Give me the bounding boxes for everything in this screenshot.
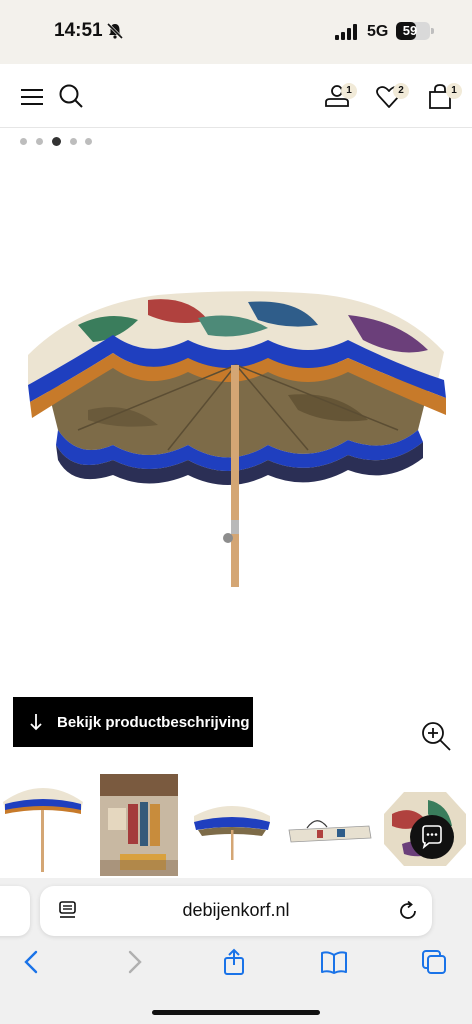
gallery-dot-active[interactable] [52, 137, 61, 146]
forward-icon[interactable] [120, 948, 148, 976]
account-badge: 1 [341, 83, 357, 99]
browser-toolbar: debijenkorf.nl [0, 878, 472, 1024]
gallery-dot[interactable] [36, 138, 43, 145]
search-icon[interactable] [57, 82, 87, 112]
bookmarks-icon[interactable] [320, 948, 348, 976]
home-indicator [152, 1010, 320, 1015]
site-header: 1 2 1 [0, 64, 472, 128]
thumbnail-strip [0, 774, 472, 878]
thumbnail-umbrella-side[interactable] [192, 774, 272, 876]
product-description-button[interactable]: Bekijk productbeschrijving [13, 697, 253, 747]
network-label: 5G [367, 23, 389, 40]
menu-icon[interactable] [18, 82, 48, 112]
battery-tip [431, 28, 434, 34]
product-description-label: Bekijk productbeschrijving [57, 713, 250, 731]
tabs-icon[interactable] [420, 948, 448, 976]
previous-tab-preview[interactable] [0, 886, 30, 936]
status-bar: 14:51 5G 59 [0, 0, 472, 64]
chat-button[interactable] [410, 815, 454, 859]
bell-muted-icon [106, 22, 124, 40]
share-icon[interactable] [220, 948, 248, 976]
address-bar[interactable]: debijenkorf.nl [40, 886, 432, 936]
chat-icon [422, 825, 442, 850]
product-image-umbrella[interactable] [18, 280, 454, 600]
back-icon[interactable] [18, 948, 46, 976]
gallery-dot[interactable] [85, 138, 92, 145]
thumbnail-umbrella-open[interactable] [3, 774, 83, 876]
bag-badge: 1 [446, 83, 462, 99]
thumbnail-room[interactable] [100, 774, 178, 876]
url-text: debijenkorf.nl [182, 900, 290, 920]
status-time: 14:51 [54, 20, 103, 41]
battery-indicator: 59 [396, 22, 430, 40]
arrow-down-icon [30, 714, 42, 731]
gallery-dot[interactable] [70, 138, 77, 145]
wishlist-badge: 2 [393, 83, 409, 99]
thumbnail-umbrella-bag[interactable] [287, 774, 373, 876]
zoom-in-icon[interactable] [420, 720, 452, 752]
gallery-dot[interactable] [20, 138, 27, 145]
battery-level: 59 [402, 23, 418, 38]
signal-icon [335, 24, 357, 40]
reload-icon[interactable] [397, 900, 419, 922]
